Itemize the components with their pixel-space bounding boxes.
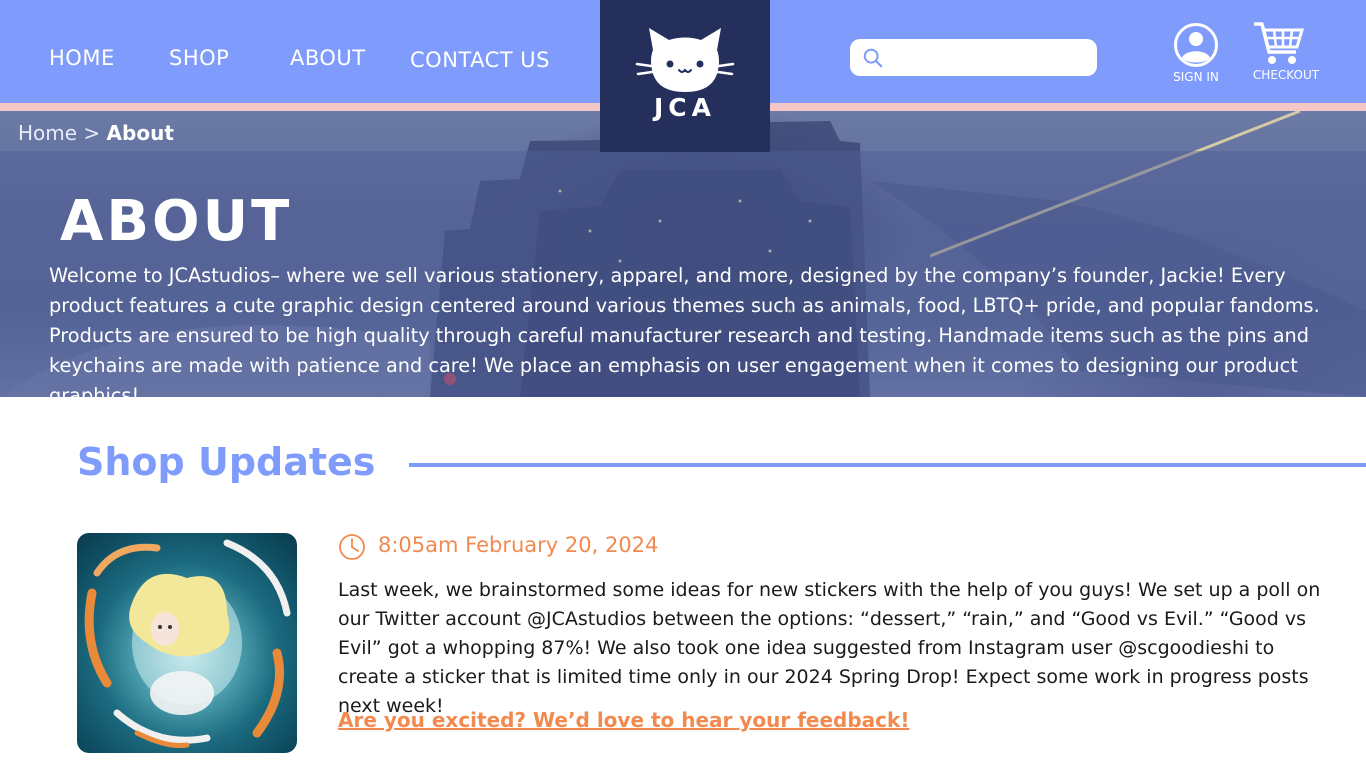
user-account-icon <box>1174 23 1218 67</box>
search-input[interactable] <box>890 45 1090 70</box>
clock-icon <box>339 534 365 560</box>
logo-text: JCA <box>654 93 716 122</box>
checkout-button[interactable]: CHECKOUT <box>1246 20 1326 86</box>
post-body-text: Last week, we brainstormed some ideas fo… <box>338 579 1321 717</box>
breadcrumb-current: About <box>106 121 174 145</box>
section-divider <box>409 463 1366 467</box>
sign-in-button[interactable]: SIGN IN <box>1166 22 1226 86</box>
checkout-label: CHECKOUT <box>1252 68 1320 82</box>
feedback-link[interactable]: Are you excited? We’d love to hear your … <box>338 708 909 732</box>
brand-logo[interactable]: JCA <box>600 0 770 152</box>
about-hero-banner: Home > About ABOUT Welcome to JCAstudios… <box>0 111 1366 397</box>
sign-in-label: SIGN IN <box>1173 70 1219 84</box>
breadcrumb: Home > About <box>18 121 174 145</box>
nav-home-link[interactable]: HOME <box>49 46 115 70</box>
search-bar[interactable] <box>850 39 1097 76</box>
koi-pond-illustration <box>84 539 291 748</box>
search-icon <box>863 48 883 68</box>
nav-shop-link[interactable]: SHOP <box>169 46 229 70</box>
shop-updates-heading: Shop Updates <box>77 440 376 484</box>
about-description: Welcome to JCAstudios– where we sell var… <box>49 264 1320 397</box>
post-thumbnail-image[interactable] <box>77 533 297 753</box>
breadcrumb-separator: > <box>83 121 101 145</box>
cat-logo-icon <box>635 28 735 92</box>
shopping-cart-icon <box>1254 22 1304 64</box>
page-title: ABOUT <box>60 189 293 254</box>
post-timestamp: 8:05am February 20, 2024 <box>378 533 659 557</box>
nav-about-link[interactable]: ABOUT <box>290 46 366 70</box>
breadcrumb-home-link[interactable]: Home <box>18 121 77 145</box>
nav-contact-link[interactable]: CONTACT US <box>410 48 550 72</box>
